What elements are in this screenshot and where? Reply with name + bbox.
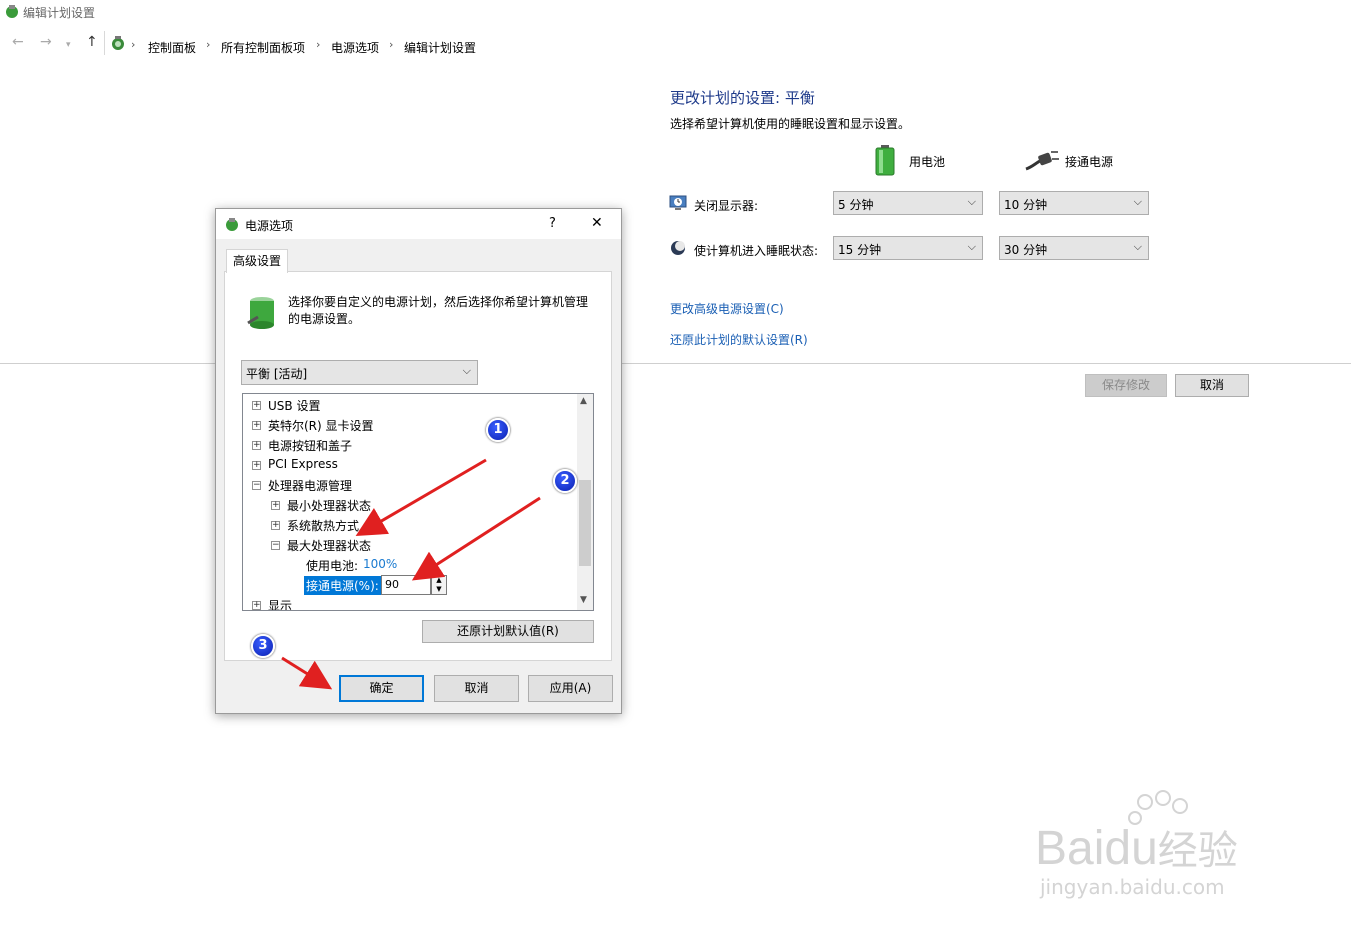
arrow-1 — [355, 458, 487, 537]
watermark-cn: 经验 — [1157, 829, 1238, 873]
step-badge-1: 1 — [486, 418, 510, 442]
watermark-brand: Bai — [1035, 822, 1105, 875]
watermark-url: jingyan.baidu.com — [1040, 875, 1225, 899]
step-badge-3: 3 — [251, 634, 275, 658]
arrow-2 — [411, 496, 541, 581]
arrow-3 — [281, 656, 333, 690]
step-badge-2: 2 — [553, 469, 577, 493]
tab-advanced-settings[interactable]: 高级设置 — [226, 249, 288, 273]
watermark-du: du — [1104, 822, 1158, 875]
